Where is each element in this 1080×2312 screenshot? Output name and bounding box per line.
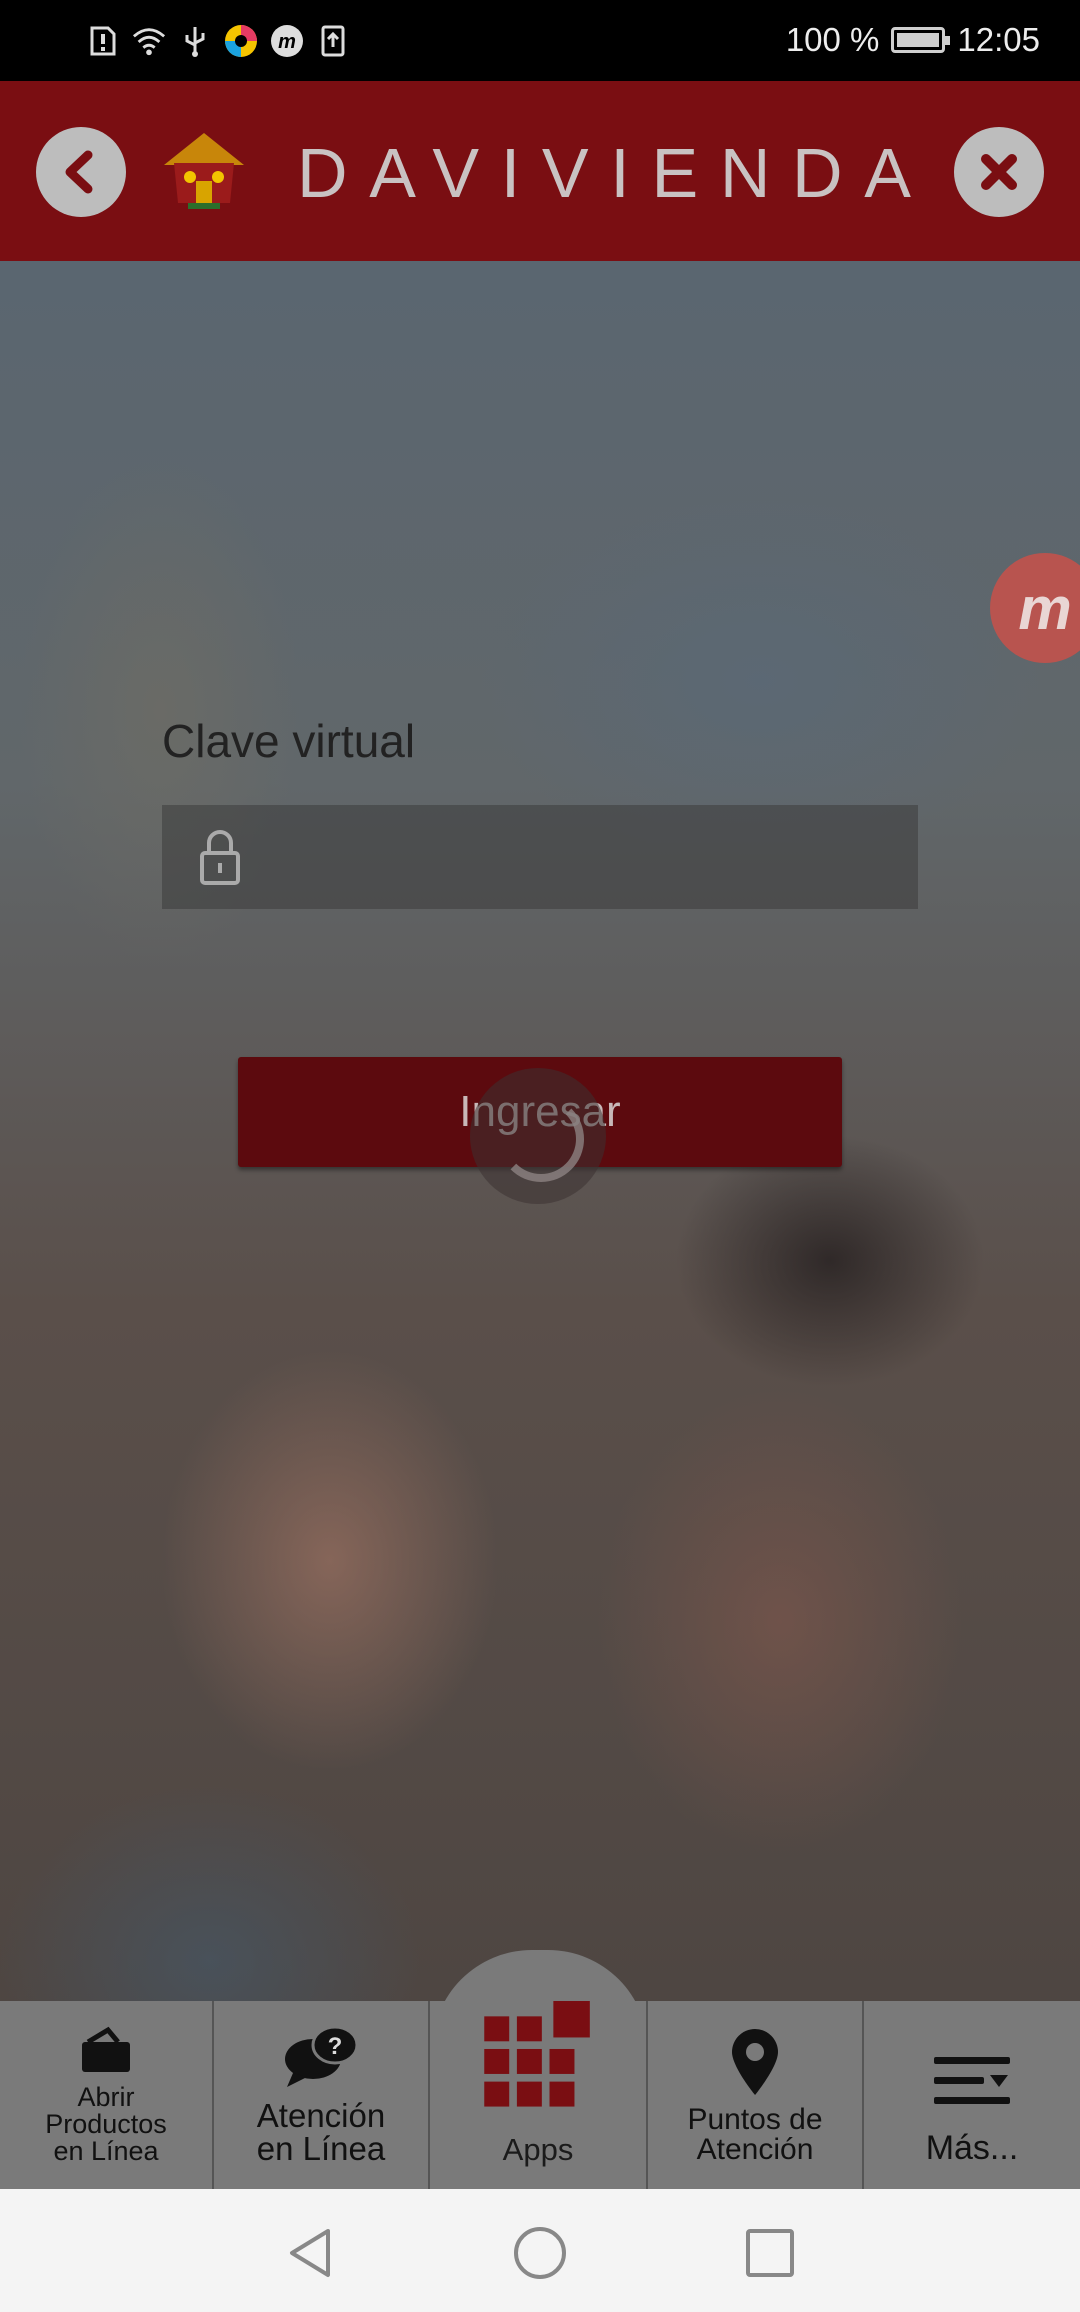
- system-nav-bar: [0, 2189, 1080, 2312]
- nav-abrir-productos[interactable]: Abrir Productos en Línea: [0, 2001, 214, 2189]
- password-field[interactable]: [162, 805, 918, 911]
- nav-label: Abrir: [77, 2082, 135, 2112]
- close-icon: [981, 154, 1017, 190]
- menu-icon: [934, 2057, 1010, 2104]
- nav-label: en Línea: [256, 2130, 386, 2167]
- nav-label: Apps: [502, 2132, 574, 2167]
- davivienda-house-logo: [164, 133, 244, 209]
- nav-label: Puntos de: [687, 2103, 823, 2136]
- back-button[interactable]: [36, 127, 126, 217]
- clock: 12:05: [957, 21, 1040, 58]
- nav-label: Productos: [45, 2109, 167, 2139]
- lock-icon: [200, 830, 240, 885]
- color-app-icon: [224, 24, 258, 58]
- recents-square-icon[interactable]: [742, 2225, 798, 2281]
- nav-apps[interactable]: Apps: [430, 2001, 648, 2189]
- nav-label: Atención: [696, 2133, 814, 2166]
- brand-wordmark: DAVIVIENDA: [297, 135, 917, 211]
- back-triangle-icon[interactable]: [282, 2225, 338, 2281]
- m-app-icon: m: [270, 24, 304, 58]
- nav-atencion-en-linea[interactable]: ? Atención en Línea: [214, 2001, 430, 2189]
- status-right: 100 % 12:05: [786, 16, 1040, 64]
- battery-icon: [891, 27, 951, 53]
- close-button[interactable]: [954, 127, 1044, 217]
- battery-percent: 100 %: [785, 21, 880, 58]
- notification-icons: m: [86, 20, 350, 62]
- nav-label: Atención: [256, 2097, 386, 2134]
- app-header: DAVIVIENDA: [0, 81, 1080, 261]
- upload-icon: [316, 24, 350, 58]
- nav-label: en Línea: [53, 2136, 159, 2166]
- status-bar: m 100 % 12:05: [0, 0, 1080, 81]
- nav-mas[interactable]: Más...: [864, 2001, 1080, 2189]
- alert-icon: [86, 24, 120, 58]
- brand-text: DAVIVIENDA: [297, 135, 917, 211]
- wifi-icon: [132, 24, 166, 58]
- svg-text:m: m: [278, 31, 296, 53]
- location-pin-icon: [732, 2029, 778, 2095]
- apps-grid-icon: [484, 2001, 590, 2107]
- password-label: Clave virtual: [162, 715, 416, 767]
- bottom-nav: Abrir Productos en Línea ? Atención en L…: [0, 2001, 1080, 2189]
- usb-icon: [178, 24, 212, 58]
- svg-text:?: ?: [328, 2033, 343, 2060]
- nav-puntos-de-atencion[interactable]: Puntos de Atención: [648, 2001, 864, 2189]
- loading-spinner: [470, 1068, 606, 1204]
- home-circle-icon[interactable]: [512, 2225, 568, 2281]
- chat-help-icon: ?: [285, 2025, 359, 2087]
- wallet-icon: [82, 2026, 130, 2072]
- nav-label: Más...: [925, 2129, 1019, 2167]
- floating-m-label: m: [1018, 574, 1072, 642]
- chevron-left-icon: [65, 150, 93, 194]
- password-input[interactable]: [272, 805, 896, 911]
